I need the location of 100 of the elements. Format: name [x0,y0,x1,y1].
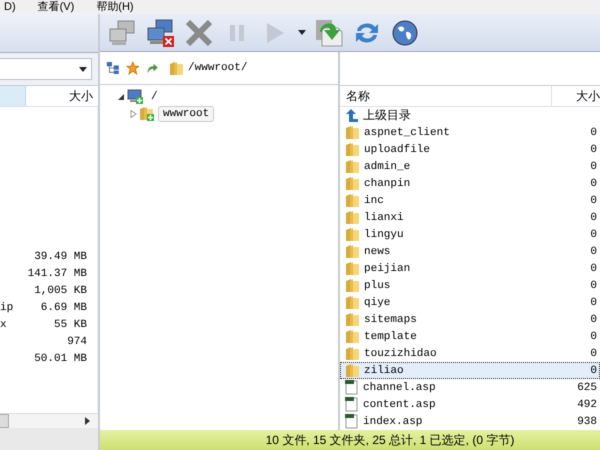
file-name: touzizhidao [364,348,437,360]
file-row[interactable]: touzizhidao 0 [340,345,600,362]
file-size: 492 [576,398,598,410]
file-size: 0 [589,212,598,224]
file-row[interactable]: inc 0 [340,192,600,209]
folder-icon [345,227,360,242]
file-size: 0 [589,144,598,156]
file-name: index.asp [363,416,422,428]
folder-icon [345,363,360,378]
file-row[interactable]: channel.asp 625 [340,379,600,396]
file-size: 0 [589,364,598,376]
file-name: news [364,246,390,258]
file-row[interactable]: sitemaps 0 [340,311,600,328]
file-row[interactable]: lingyu 0 [340,226,600,243]
file-name: x [0,318,7,330]
file-name: content.asp [363,398,436,410]
file-row[interactable]: chanpin 0 [340,175,600,192]
menu-item[interactable]: D) [2,0,18,14]
caret-icon [298,30,306,35]
file-name: plus [364,280,390,292]
file-size: 0 [589,314,598,326]
file-name: lingyu [364,228,404,240]
file-row[interactable]: lianxi 0 [340,209,600,226]
file-size: 0 [589,228,598,240]
scroll-right-icon[interactable] [85,417,90,425]
file-row[interactable]: template 0 [340,328,600,345]
tree-nodes-icon[interactable] [106,60,120,76]
file-row[interactable]: 上级目录 [340,107,600,124]
folder-icon [345,176,360,191]
file-size: 6.69 MB [40,302,87,314]
status-bar: 10 文件, 15 文件夹, 25 总计, 1 已选定, (0 字节) [100,430,600,450]
cross-icon [184,18,214,48]
column-header[interactable]: 大小 [552,86,600,106]
file-name: inc [364,194,384,206]
file-size: 0 [589,296,598,308]
file-row[interactable]: plus 0 [340,277,600,294]
file-size: 0 [589,178,598,190]
file-name: 上级目录 [363,107,411,124]
file-size: 938 [576,416,598,428]
file-name: sitemaps [364,314,417,326]
file-row[interactable]: uploadfile 0 [340,141,600,158]
computer-plus-icon [127,89,144,104]
file-size: 0 [589,194,598,206]
folder-icon [169,60,184,76]
collapsed-arrow-icon[interactable] [130,110,137,118]
expanded-arrow-icon[interactable] [118,92,125,100]
menu-item[interactable]: 查看(V) [36,0,76,14]
file-row[interactable]: admin_e 0 [340,158,600,175]
tree-item[interactable]: / [146,88,163,104]
folder-icon [345,210,360,225]
file-name: uploadfile [364,144,430,156]
file-size: 0 [589,246,598,258]
file-row[interactable]: content.asp 492 [340,396,600,413]
folder-icon [345,142,360,157]
file-row[interactable]: news 0 [340,243,600,260]
file-name: ziliao [364,364,404,376]
folder-icon [345,346,360,361]
file-row[interactable]: index.asp 938 [340,413,600,430]
file-size: 1,005 KB [34,284,87,296]
folder-icon [345,159,360,174]
file-icon [345,397,359,412]
path-dropdown[interactable] [0,58,92,80]
folder-icon [345,244,360,259]
download-icon [314,18,344,48]
file-name: chanpin [364,178,410,190]
file-size: 0 [589,280,598,292]
file-size: 55 KB [54,318,87,330]
file-size: 141.37 MB [28,268,87,280]
file-size: 0 [589,330,598,342]
column-header[interactable]: 名称 [340,86,552,106]
star-icon[interactable] [126,60,140,76]
file-icon [345,380,359,395]
file-row[interactable]: aspnet_client 0 [340,124,600,141]
file-size: 0 [589,262,598,274]
file-size: 39.49 MB [34,250,87,262]
play-icon [265,22,285,44]
folder-icon [345,125,360,140]
computer-x-icon [146,18,176,48]
file-row[interactable]: ziliao 0 [340,362,600,379]
folder-icon [345,261,360,276]
tree-item[interactable]: wwwroot [158,106,214,122]
folder-icon [345,278,360,293]
file-name: ip [0,302,14,314]
folder-icon [345,312,360,327]
scrollbar-thumb[interactable] [0,414,9,428]
pause-icon [228,24,246,42]
file-row[interactable]: peijian 0 [340,260,600,277]
file-name: admin_e [364,160,410,172]
file-size: 0 [589,348,598,360]
folder-plus-icon [139,106,156,121]
caret-icon [79,66,87,72]
folder-icon [345,295,360,310]
file-name: aspnet_client [364,126,450,138]
file-name: lianxi [364,212,404,224]
file-icon [345,414,359,429]
file-name: peijian [364,262,410,274]
file-row[interactable]: qiye 0 [340,294,600,311]
folder-icon [345,329,360,344]
file-name: template [364,330,417,342]
menu-item[interactable]: 帮助(H) [94,0,136,14]
